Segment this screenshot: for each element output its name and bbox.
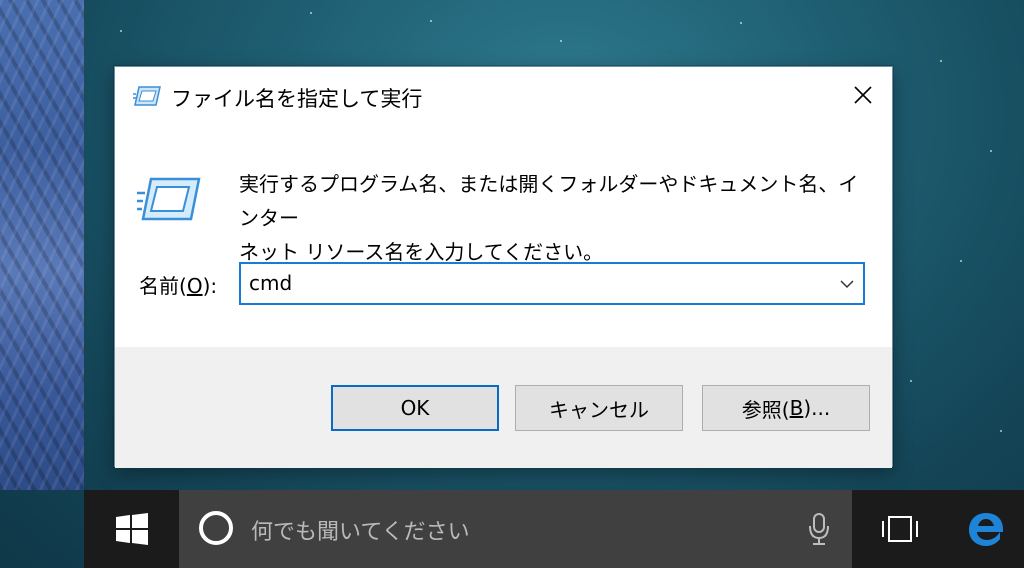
- run-icon: [137, 175, 201, 223]
- dialog-title: ファイル名を指定して実行: [171, 87, 423, 111]
- windows-logo-icon: [115, 513, 148, 545]
- name-input[interactable]: cmd: [249, 271, 292, 295]
- ok-button[interactable]: OK: [331, 385, 499, 431]
- task-view-button[interactable]: [852, 490, 947, 568]
- taskbar: 何でも聞いてください: [84, 490, 1024, 568]
- cancel-button[interactable]: キャンセル: [515, 385, 683, 431]
- browse-button[interactable]: 参照(B)...: [702, 385, 870, 431]
- chevron-down-icon[interactable]: [839, 276, 855, 292]
- search-box[interactable]: 何でも聞いてください: [179, 490, 852, 568]
- wallpaper-rock: [0, 0, 84, 490]
- close-icon: [854, 86, 872, 104]
- close-button[interactable]: [834, 67, 892, 123]
- start-button[interactable]: [84, 490, 179, 568]
- name-combobox[interactable]: cmd: [239, 262, 865, 305]
- run-icon: [133, 85, 161, 107]
- edge-icon: [968, 513, 1003, 546]
- dialog-description: 実行するプログラム名、または開くフォルダーやドキュメント名、インター ネット リ…: [239, 167, 869, 269]
- dialog-footer: OK キャンセル 参照(B)...: [115, 347, 892, 468]
- description-line: 実行するプログラム名、または開くフォルダーやドキュメント名、インター: [239, 172, 859, 230]
- dialog-titlebar[interactable]: ファイル名を指定して実行: [115, 67, 892, 129]
- microphone-icon[interactable]: [808, 512, 830, 546]
- cortana-icon[interactable]: [199, 511, 233, 545]
- name-label: 名前(O):: [139, 274, 218, 298]
- task-view-icon: [881, 516, 918, 542]
- run-dialog: ファイル名を指定して実行 実行するプログラム名、または開くフォルダーやドキュメン…: [114, 66, 893, 468]
- search-placeholder[interactable]: 何でも聞いてください: [251, 514, 470, 546]
- edge-button[interactable]: [947, 490, 1024, 568]
